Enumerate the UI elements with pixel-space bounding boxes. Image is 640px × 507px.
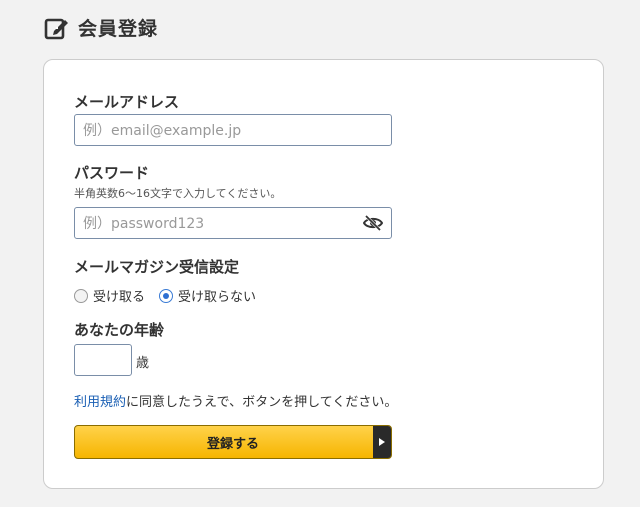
terms-notice: 利用規約に同意したうえで、ボタンを押してください。 [74, 391, 397, 410]
page-header: 会員登録 [44, 14, 158, 41]
page-title: 会員登録 [78, 18, 159, 40]
radio-receive[interactable] [74, 288, 88, 303]
password-hint: 半角英数6〜16文字で入力してください。 [74, 187, 282, 200]
password-label: パスワード [74, 164, 150, 182]
age-label: あなたの年齢 [74, 321, 165, 339]
newsletter-label: メールマガジン受信設定 [74, 258, 240, 276]
password-placeholder: 例）password123 [83, 216, 205, 232]
radio-decline-label: 受け取らない [178, 290, 257, 305]
radio-decline[interactable] [159, 288, 174, 303]
email-label: メールアドレス [74, 93, 180, 111]
terms-link[interactable]: 利用規約 [74, 395, 126, 410]
newsletter-options: 受け取る 受け取らない [74, 286, 270, 305]
terms-text: に同意したうえで、ボタンを押してください。 [126, 395, 398, 410]
newsletter-option-decline[interactable]: 受け取らない [159, 286, 256, 305]
email-field[interactable]: 例）email@example.jp [74, 114, 392, 146]
age-input[interactable] [74, 344, 132, 376]
register-button[interactable]: 登録する [74, 425, 392, 459]
age-unit: 歳 [136, 356, 150, 371]
register-button-label: 登録する [206, 436, 259, 452]
radio-receive-label: 受け取る [93, 290, 146, 305]
password-field[interactable]: 例）password123 [74, 207, 392, 239]
newsletter-option-receive[interactable]: 受け取る [74, 286, 145, 305]
eye-slash-icon[interactable] [363, 215, 383, 231]
registration-form: メールアドレス 例）email@example.jp パスワード 半角英数6〜1… [43, 59, 604, 489]
edit-icon [44, 18, 68, 39]
arrow-right-icon [373, 426, 391, 458]
